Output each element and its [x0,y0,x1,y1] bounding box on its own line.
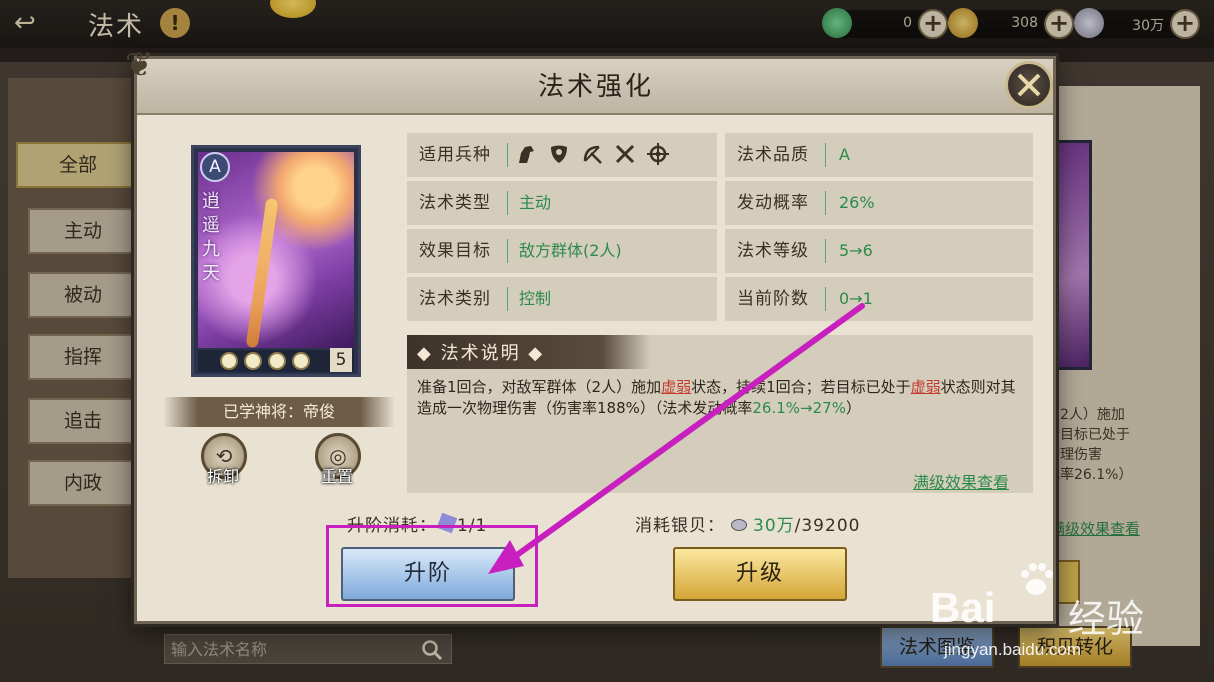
spell-type-row: 法术类型 主动 [407,181,717,225]
grade-badge: A [200,152,230,182]
spell-level-row: 法术等级 5→6 [725,229,1033,273]
troop-types-row: 适用兵种 [407,133,717,177]
upgrade-button[interactable]: 升级 [673,547,847,601]
siege-icon [647,143,670,165]
troop-icons [515,143,675,165]
spear-icon [616,144,635,164]
close-icon [1017,73,1041,97]
highlight-box [326,525,538,607]
description-panel: ◆ 法术说明 ◆ 准备1回合，对敌军群体（2人）施加虚弱状态，持续1回合；若目标… [407,335,1033,493]
cavalry-icon [519,146,534,163]
spell-card: A 逍遥九天 5 [191,145,361,377]
learned-general: 已学神将：帝俊 [163,397,395,427]
keyword-weak[interactable]: 虚弱 [661,378,691,396]
spell-name: 逍遥九天 [202,191,220,284]
category-value: 控制 [519,289,552,308]
dragon-ornament-icon: ❦ [125,45,154,85]
target-label: 效果目标 [419,241,491,261]
star-icon [292,352,310,370]
watermark-url: jingyan.baidu.com [944,640,1082,659]
trigger-rate-row: 发动概率 26% [725,181,1033,225]
rate-label: 发动概率 [737,193,809,213]
silver-cost: 消耗银贝： 30万/39200 [635,516,861,536]
card-level: 5 [330,348,352,372]
quality-label: 法术品质 [737,145,809,165]
silver-icon [731,519,747,531]
category-label: 法术类别 [419,289,491,309]
star-icon [268,352,286,370]
type-label: 法术类型 [419,193,491,213]
star-icon [220,352,238,370]
troops-label: 适用兵种 [419,145,491,165]
max-effect-link[interactable]: 满级效果查看 [913,469,1009,493]
level-label: 法术等级 [737,241,809,261]
target-value: 敌方群体(2人) [519,241,622,260]
category-row: 法术类别 控制 [407,277,717,321]
baidu-watermark: Bai 经验 jingyan.baidu.com [930,560,1190,670]
level-value: 5→6 [839,241,873,260]
star-icon [244,352,262,370]
dialog-title: 法术强化 [537,72,654,102]
quality-value: A [839,145,850,164]
rate-value: 26% [839,193,875,212]
description-title: 法术说明 [440,343,521,364]
dismantle-label: 拆卸 [206,467,239,486]
keyword-weak[interactable]: 虚弱 [911,378,941,396]
stage-row: 当前阶数 0→1 [725,277,1033,321]
type-value: 主动 [519,193,552,212]
watermark-brand-cn: 经验 [1068,597,1145,641]
target-row: 效果目标 敌方群体(2人) [407,229,717,273]
close-button[interactable] [1005,61,1053,109]
description-tab: ◆ 法术说明 ◆ [407,335,651,369]
description-text: 准备1回合，对敌军群体（2人）施加虚弱状态，持续1回合；若目标已处于虚弱状态则对… [417,378,1016,417]
watermark-brand: Bai [930,584,996,631]
stage-label: 当前阶数 [737,289,809,309]
archer-icon [583,145,603,164]
shield-icon [551,145,568,163]
dialog-header: ❦ 法术强化 [125,45,1053,115]
quality-row: 法术品质 A [725,133,1033,177]
spell-enhance-dialog: ❦ 法术强化 A 逍遥九天 5 已学神将：帝俊 ⟲ 拆卸 ◎ 重置 适用兵种 法… [125,45,1056,624]
reset-label: 重置 [320,467,353,486]
stage-value: 0→1 [839,289,873,308]
paw-icon [1021,563,1053,595]
